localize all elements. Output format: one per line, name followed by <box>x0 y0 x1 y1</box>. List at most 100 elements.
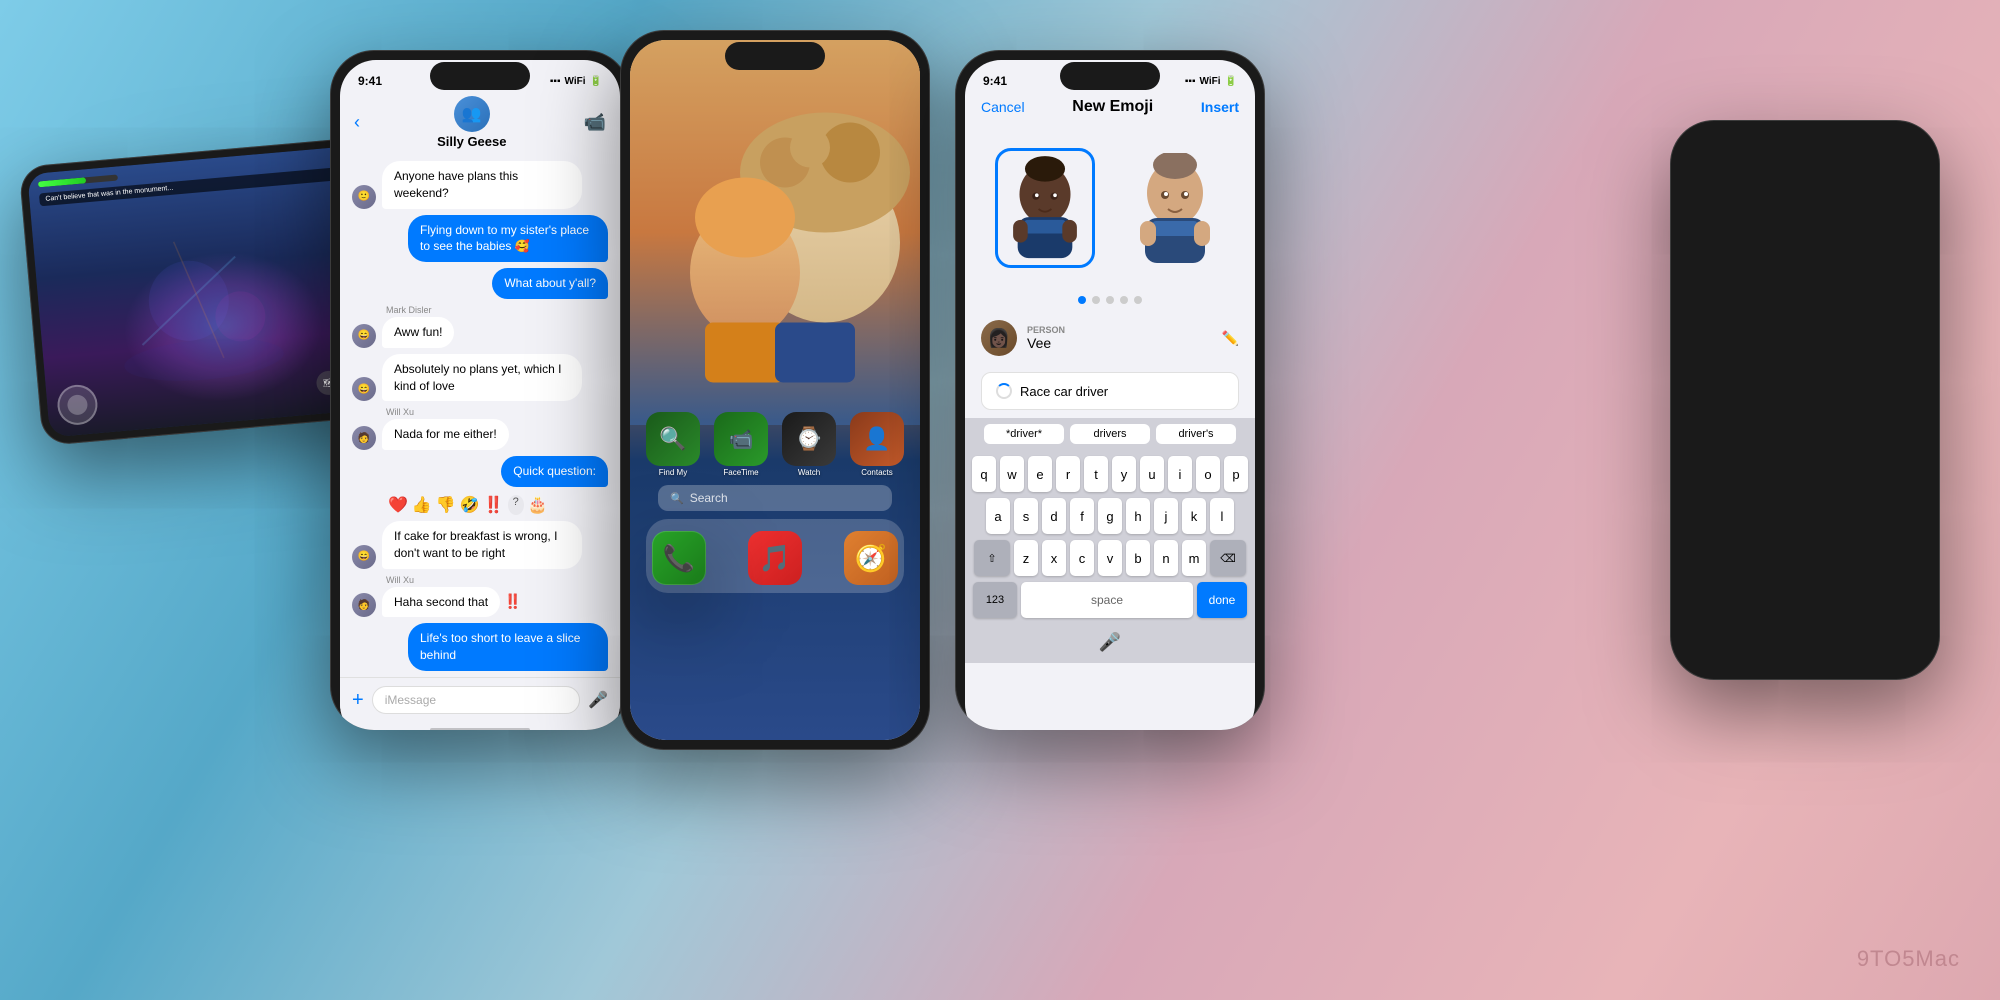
message-row: What about y'all? <box>352 268 608 299</box>
sender-avatar: 😄 <box>352 377 376 401</box>
home-search-bar[interactable]: 🔍 Search <box>658 485 892 511</box>
site-watermark: 9TO5Mac <box>1857 946 1960 972</box>
reaction-heart[interactable]: ❤️ <box>388 495 408 515</box>
delete-key[interactable]: ⌫ <box>1210 540 1246 576</box>
home-dock: 📞 ✉️ 🎵 🧭 <box>646 519 904 593</box>
key-v[interactable]: v <box>1098 540 1122 576</box>
video-call-button[interactable]: 📹 <box>584 112 606 133</box>
emoji-dot-2[interactable] <box>1092 296 1100 304</box>
key-k[interactable]: k <box>1182 498 1206 534</box>
voice-input-button[interactable]: 🎤 <box>588 690 608 710</box>
key-r[interactable]: r <box>1056 456 1080 492</box>
signal-icon: ▪▪▪ <box>1185 76 1196 87</box>
reaction-cake[interactable]: 🎂 <box>528 495 548 515</box>
key-q[interactable]: q <box>972 456 996 492</box>
key-c[interactable]: c <box>1070 540 1094 576</box>
group-avatar: 👥 <box>454 96 490 132</box>
messages-title-area: 👥 Silly Geese <box>437 96 506 149</box>
emoji-character-alt[interactable] <box>1125 148 1225 268</box>
key-t[interactable]: t <box>1084 456 1108 492</box>
emoji-character-selected[interactable] <box>995 148 1095 268</box>
emoji-time: 9:41 <box>983 74 1007 88</box>
wifi-icon: WiFi <box>565 76 586 87</box>
mic-icon[interactable]: 🎤 <box>1099 632 1121 653</box>
suggestion-2[interactable]: drivers <box>1070 424 1150 444</box>
key-z[interactable]: z <box>1014 540 1038 576</box>
key-m[interactable]: m <box>1182 540 1206 576</box>
key-h[interactable]: h <box>1126 498 1150 534</box>
message-row: 😄 Absolutely no plans yet, which I kind … <box>352 354 608 402</box>
emoji-text-input[interactable]: Race car driver <box>981 372 1239 410</box>
emoji-screen: 9:41 ▪▪▪ WiFi 🔋 Cancel New Emoji Insert <box>965 60 1255 730</box>
suggestion-1[interactable]: *driver* <box>984 424 1064 444</box>
key-y[interactable]: y <box>1112 456 1136 492</box>
dynamic-island-messages <box>430 62 530 90</box>
app-phone[interactable]: 📞 <box>652 531 706 585</box>
emoji-dot-3[interactable] <box>1106 296 1114 304</box>
messages-screen: 9:41 ▪▪▪ WiFi 🔋 ‹ 👥 Silly Geese 📹 🙂 Anyo… <box>340 60 620 730</box>
app-music[interactable]: 🎵 <box>748 531 802 585</box>
suggestion-3[interactable]: driver's <box>1156 424 1236 444</box>
emoji-dot-4[interactable] <box>1120 296 1128 304</box>
key-b[interactable]: b <box>1126 540 1150 576</box>
sender-name: Will Xu <box>382 575 522 585</box>
space-key[interactable]: space <box>1021 582 1193 618</box>
message-row: 🧑 Will Xu Haha second that ‼️ <box>352 575 608 618</box>
key-n[interactable]: n <box>1154 540 1178 576</box>
key-i[interactable]: i <box>1168 456 1192 492</box>
emoji-dot-1[interactable] <box>1078 296 1086 304</box>
cancel-button[interactable]: Cancel <box>981 99 1025 115</box>
app-find-my[interactable]: 🔍 Find My <box>646 412 700 477</box>
group-name[interactable]: Silly Geese <box>437 134 506 149</box>
key-s[interactable]: s <box>1014 498 1038 534</box>
message-row: Life's too short to leave a slice behind <box>352 623 608 671</box>
key-d[interactable]: d <box>1042 498 1066 534</box>
emoji-dot-5[interactable] <box>1134 296 1142 304</box>
reaction-laugh[interactable]: 🤣 <box>460 495 480 515</box>
key-w[interactable]: w <box>1000 456 1024 492</box>
sender-name: Will Xu <box>382 407 509 417</box>
key-l[interactable]: l <box>1210 498 1234 534</box>
message-row: Quick question: <box>352 456 608 487</box>
key-u[interactable]: u <box>1140 456 1164 492</box>
key-p[interactable]: p <box>1224 456 1248 492</box>
reaction-thumbs-up[interactable]: 👍 <box>412 495 432 515</box>
edit-name-button[interactable]: ✏️ <box>1222 330 1239 347</box>
message-bubble: What about y'all? <box>492 268 608 299</box>
message-row: 😄 Mark Disler Aww fun! <box>352 305 608 348</box>
app-contacts[interactable]: 👤 Contacts <box>850 412 904 477</box>
contacts-label: Contacts <box>850 468 904 477</box>
key-j[interactable]: j <box>1154 498 1178 534</box>
numbers-key[interactable]: 123 <box>973 582 1017 618</box>
home-apps-grid: 🔍 Find My 📹 FaceTime ⌚ Watch 👤 Contacts <box>630 404 920 601</box>
message-input[interactable]: iMessage <box>372 686 580 714</box>
app-facetime[interactable]: 📹 FaceTime <box>714 412 768 477</box>
insert-button[interactable]: Insert <box>1201 99 1239 115</box>
key-f[interactable]: f <box>1070 498 1094 534</box>
key-g[interactable]: g <box>1098 498 1122 534</box>
contacts-icon: 👤 <box>850 412 904 466</box>
key-e[interactable]: e <box>1028 456 1052 492</box>
messages-time: 9:41 <box>358 74 382 88</box>
emoji-status-icons: ▪▪▪ WiFi 🔋 <box>1185 76 1237 87</box>
left-joystick[interactable] <box>56 383 99 426</box>
reaction-thumbs-down[interactable]: 👎 <box>436 495 456 515</box>
key-o[interactable]: o <box>1196 456 1220 492</box>
shift-key[interactable]: ⇧ <box>974 540 1010 576</box>
message-bubble: Life's too short to leave a slice behind <box>408 623 608 671</box>
battery-icon: 🔋 <box>590 76 602 87</box>
app-compass[interactable]: 🧭 <box>844 531 898 585</box>
done-key[interactable]: done <box>1197 582 1247 618</box>
message-reaction-badge: ‼️ <box>504 593 521 610</box>
key-a[interactable]: a <box>986 498 1010 534</box>
facetime-icon: 📹 <box>714 412 768 466</box>
reaction-exclaim[interactable]: ‼️ <box>484 495 504 515</box>
sender-avatar: 😄 <box>352 324 376 348</box>
add-attachment-button[interactable]: + <box>352 689 364 712</box>
app-watch[interactable]: ⌚ Watch <box>782 412 836 477</box>
messages-back-button[interactable]: ‹ <box>354 112 360 133</box>
key-x[interactable]: x <box>1042 540 1066 576</box>
reaction-question[interactable]: ? <box>508 495 524 515</box>
watch-label: Watch <box>782 468 836 477</box>
dynamic-island-home <box>725 42 825 70</box>
